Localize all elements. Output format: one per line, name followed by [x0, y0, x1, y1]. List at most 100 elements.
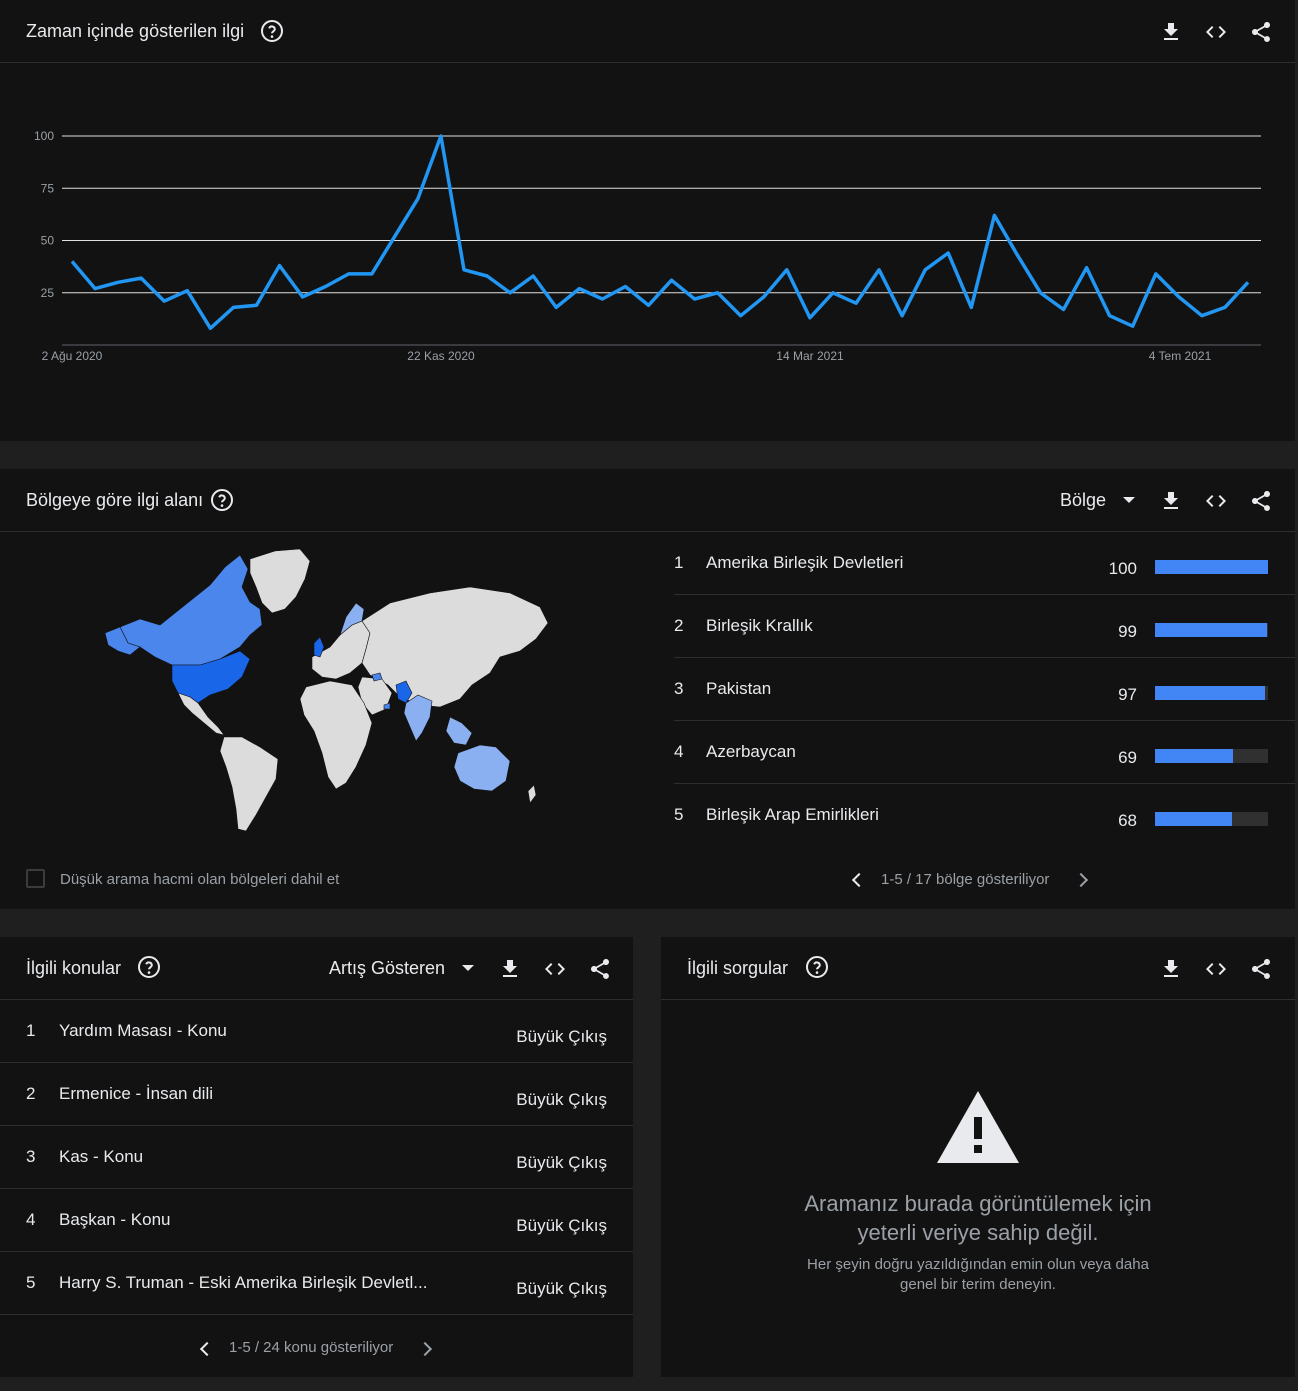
related-topics-card: İlgili konular Artış Gösteren 1 Yardım Ma… — [0, 937, 633, 1377]
map-region-canada — [119, 554, 263, 666]
x-tick-label: 14 Mar 2021 — [776, 349, 844, 363]
related-queries-card: İlgili sorgular Aramanız burada görüntül… — [661, 937, 1295, 1377]
topic-row[interactable]: 5 Harry S. Truman - Eski Amerika Birleşik… — [0, 1252, 633, 1315]
region-row[interactable]: 3 Pakistan 97 — [674, 658, 1295, 721]
map-region-india — [403, 694, 433, 742]
low-volume-checkbox[interactable] — [26, 869, 45, 888]
topic-name[interactable]: Harry S. Truman - Eski Amerika Birleşik … — [59, 1273, 444, 1293]
topic-pager-text: 1-5 / 24 konu gösteriliyor — [229, 1339, 394, 1356]
topic-name[interactable]: Başkan - Konu — [59, 1210, 444, 1230]
embed-code-icon[interactable] — [1204, 957, 1228, 981]
help-circle-icon[interactable] — [137, 955, 161, 979]
help-circle-icon[interactable] — [210, 488, 234, 512]
region-value: 69 — [1118, 748, 1137, 767]
region-bar-track — [1155, 749, 1268, 763]
region-name[interactable]: Birleşik Arap Emirlikleri — [706, 805, 1066, 825]
region-bar-track — [1155, 560, 1268, 574]
region-name[interactable]: Birleşik Krallık — [706, 616, 1066, 636]
region-value: 100 — [1108, 559, 1137, 578]
rank-number: 2 — [674, 616, 684, 635]
y-tick-label: 25 — [41, 286, 55, 300]
topic-row[interactable]: 3 Kas - Konu Büyük Çıkış — [0, 1126, 633, 1189]
topic-value: Büyük Çıkış — [516, 1027, 607, 1046]
chevron-down-icon[interactable] — [462, 965, 474, 971]
region-level-dropdown[interactable]: Bölge — [1060, 490, 1106, 511]
region-name[interactable]: Azerbaycan — [706, 742, 1066, 762]
region-bar-fill — [1155, 749, 1233, 763]
region-name[interactable]: Pakistan — [706, 679, 1066, 699]
next-page-icon[interactable] — [417, 1341, 433, 1357]
chevron-down-icon[interactable] — [1123, 497, 1135, 503]
card-title: Bölgeye göre ilgi alanı — [26, 490, 204, 510]
map-region-australia — [453, 744, 511, 792]
world-map[interactable] — [100, 547, 560, 837]
rank-number: 2 — [26, 1084, 36, 1103]
rank-number: 1 — [674, 553, 684, 572]
region-value: 68 — [1118, 811, 1137, 830]
region-row[interactable]: 1 Amerika Birleşik Devletleri 100 — [674, 532, 1295, 595]
share-icon[interactable] — [1249, 489, 1273, 513]
region-value: 99 — [1118, 622, 1137, 641]
card-title: İlgili sorgular — [687, 958, 789, 978]
rank-number: 4 — [26, 1210, 36, 1229]
rank-number: 5 — [26, 1273, 36, 1292]
map-region-greenland — [249, 548, 311, 614]
region-value: 97 — [1118, 685, 1137, 704]
card-header: İlgili konular Artış Gösteren — [0, 937, 633, 1000]
rank-number: 4 — [674, 742, 684, 761]
embed-code-icon[interactable] — [1204, 489, 1228, 513]
download-icon[interactable] — [1159, 489, 1183, 513]
topic-value: Büyük Çıkış — [516, 1090, 607, 1109]
topic-name[interactable]: Ermenice - İnsan dili — [59, 1084, 444, 1104]
x-tick-label: 22 Kas 2020 — [407, 349, 475, 363]
rank-number: 1 — [26, 1021, 36, 1040]
topic-row[interactable]: 1 Yardım Masası - Konu Büyük Çıkış — [0, 1000, 633, 1063]
region-bar-fill — [1155, 623, 1267, 637]
prev-page-icon[interactable] — [851, 872, 867, 888]
region-bar-track — [1155, 812, 1268, 826]
map-region-southeast-asia — [445, 716, 473, 746]
topic-value: Büyük Çıkış — [516, 1279, 607, 1298]
embed-code-icon[interactable] — [543, 957, 567, 981]
topic-value: Büyük Çıkış — [516, 1216, 607, 1235]
series-line — [70, 134, 1250, 331]
card-header: İlgili sorgular — [661, 937, 1295, 1000]
topic-name[interactable]: Yardım Masası - Konu — [59, 1021, 444, 1041]
region-bar-track — [1155, 686, 1268, 700]
y-tick-label: 75 — [41, 181, 55, 195]
topic-name[interactable]: Kas - Konu — [59, 1147, 444, 1167]
rank-number: 3 — [674, 679, 684, 698]
region-bar-fill — [1155, 560, 1268, 574]
region-row[interactable]: 4 Azerbaycan 69 — [674, 721, 1295, 784]
topic-filter-dropdown[interactable]: Artış Gösteren — [329, 958, 445, 979]
download-icon[interactable] — [498, 957, 522, 981]
share-icon[interactable] — [588, 957, 612, 981]
region-row[interactable]: 2 Birleşik Krallık 99 — [674, 595, 1295, 658]
map-region-new-zealand — [527, 784, 537, 804]
topic-value: Büyük Çıkış — [516, 1153, 607, 1172]
share-icon[interactable] — [1249, 957, 1273, 981]
low-volume-checkbox-label: Düşük arama hacmi olan bölgeleri dahil e… — [60, 871, 340, 888]
rank-number: 3 — [26, 1147, 36, 1166]
region-row[interactable]: 5 Birleşik Arap Emirlikleri 68 — [674, 784, 1295, 847]
topic-row[interactable]: 2 Ermenice - İnsan dili Büyük Çıkış — [0, 1063, 633, 1126]
prev-page-icon[interactable] — [199, 1341, 215, 1357]
next-page-icon[interactable] — [1073, 872, 1089, 888]
region-name[interactable]: Amerika Birleşik Devletleri — [706, 553, 1066, 573]
help-circle-icon[interactable] — [805, 955, 829, 979]
region-bar-track — [1155, 623, 1268, 637]
empty-state-subtitle: Her şeyin doğru yazıldığından emin olun … — [807, 1256, 1149, 1293]
download-icon[interactable] — [1159, 957, 1183, 981]
region-bar-fill — [1155, 812, 1232, 826]
map-region-russia-asia — [361, 586, 549, 708]
region-pager-text: 1-5 / 17 bölge gösteriliyor — [881, 871, 1050, 888]
line-chart: 100 75 50 25 2 Ağu 2020 22 Kas 2020 14 Mar 20… — [34, 129, 1261, 363]
warning-icon — [935, 1089, 1021, 1165]
card-header: Bölgeye göre ilgi alanı Bölge — [0, 469, 1295, 532]
region-bar-fill — [1155, 686, 1265, 700]
y-tick-label: 100 — [34, 129, 54, 143]
empty-state-title: Aramanız burada görüntülemek için yeterl… — [804, 1191, 1152, 1245]
card-title: İlgili konular — [26, 958, 122, 978]
rank-number: 5 — [674, 805, 684, 824]
topic-row[interactable]: 4 Başkan - Konu Büyük Çıkış — [0, 1189, 633, 1252]
